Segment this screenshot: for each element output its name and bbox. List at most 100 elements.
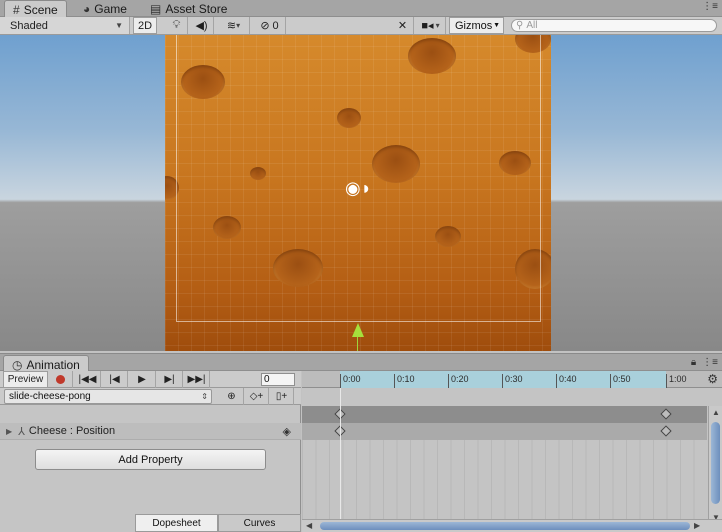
transform-axes-icon: ⅄ <box>18 425 25 438</box>
lightbulb-icon: 💡︎ <box>172 19 181 31</box>
chevron-down-icon[interactable]: ▼ <box>493 22 500 29</box>
dopesheet-timeline[interactable]: 0:00 0:10 0:20 0:30 0:40 0:50 1:00 ⚙ ▲ ▼… <box>302 371 722 532</box>
preview-label: Preview <box>7 374 44 385</box>
foldout-arrow-icon[interactable]: ▶ <box>6 427 12 436</box>
play-button[interactable]: ▶ <box>129 371 156 388</box>
gear-icon[interactable]: ⚙ <box>707 372 718 386</box>
panel-menu-icon[interactable]: ⋮≡ <box>702 357 718 368</box>
panel-menu-icon[interactable]: ⋮≡ <box>702 1 718 12</box>
keyframe-diamond-icon[interactable]: ◈ <box>283 425 291 438</box>
clip-toolbar: slide-cheese-pong ⇕ ⊕ ◇+ ▯+ <box>0 388 301 405</box>
empty-keyframe-area[interactable] <box>302 440 707 520</box>
scroll-right-icon[interactable]: ▶ <box>694 521 700 530</box>
add-property-label: Add Property <box>118 453 183 466</box>
gizmos-dropdown[interactable]: Gizmos ▼ <box>449 17 504 34</box>
horizontal-scrollbar[interactable]: ◀ ▶ <box>302 519 722 532</box>
property-row[interactable]: ▶ ⅄ Cheese : Position ◈ <box>0 423 301 440</box>
scene-hash-icon: # <box>13 2 20 17</box>
animation-tab-bar: ◷ Animation 🔒︎ ⋮≡ <box>0 353 722 373</box>
scene-viewport[interactable]: ◉◗ <box>0 35 722 351</box>
record-dot-icon <box>56 375 65 384</box>
move-handle-arrow-icon[interactable] <box>352 323 364 337</box>
tab-asset-store-label: Asset Store <box>165 1 228 16</box>
2d-mode-label: 2D <box>137 19 153 32</box>
animation-tab-actions: 🔒︎ ⋮≡ <box>691 357 718 368</box>
skip-to-end-icon: ▶▶| <box>187 374 206 385</box>
camera-gizmo-icon[interactable]: ◉◗ <box>345 178 372 199</box>
timeline-tick: 0:10 <box>394 374 415 388</box>
playhead-line[interactable] <box>340 388 341 521</box>
camera-settings-dropdown[interactable]: ■◂ ▾ <box>416 17 446 34</box>
chevron-down-icon: ▼ <box>115 21 123 30</box>
keyframe-target-icon: ⊕ <box>227 391 236 402</box>
eye-slash-icon: ⊘ <box>260 20 270 32</box>
first-key-button[interactable]: |◀◀ <box>75 371 101 388</box>
previous-key-button[interactable]: |◀ <box>102 371 128 388</box>
add-keyframe-button[interactable]: ⊕ <box>220 388 244 405</box>
preview-button[interactable]: Preview <box>3 371 48 388</box>
step-back-icon: |◀ <box>109 374 120 385</box>
record-button[interactable] <box>49 371 73 388</box>
scene-tools-button[interactable]: ✕ <box>392 17 414 34</box>
event-marker-icon: ▯+ <box>275 391 288 402</box>
effects-layers-icon: ≋ <box>226 20 237 32</box>
timeline-ruler[interactable]: 0:00 0:10 0:20 0:30 0:40 0:50 1:00 ⚙ <box>302 371 722 388</box>
scroll-up-icon[interactable]: ▲ <box>712 408 720 417</box>
vertical-scroll-thumb[interactable] <box>711 422 720 504</box>
hierarchy-search-input[interactable]: ⚲ All <box>511 19 717 32</box>
audio-toggle[interactable]: ◀) <box>190 17 214 34</box>
shading-mode-dropdown[interactable]: Shaded ▼ <box>0 17 130 34</box>
effects-dropdown[interactable]: ≋ ▾ <box>218 17 250 34</box>
position-keyframe-end[interactable] <box>660 425 672 437</box>
scroll-left-icon[interactable]: ◀ <box>306 521 312 530</box>
timeline-tick: 0:00 <box>340 374 361 388</box>
tools-cross-icon: ✕ <box>397 20 408 32</box>
2d-mode-button[interactable]: 2D <box>133 17 157 34</box>
tab-asset-store[interactable]: ▤ Asset Store <box>142 0 235 17</box>
tab-game[interactable]: ◕ Game <box>75 0 135 17</box>
tab-dopesheet-label: Dopesheet <box>152 517 201 529</box>
search-icon: ⚲ <box>516 20 524 31</box>
step-forward-icon: ▶| <box>164 374 175 385</box>
speaker-icon: ◀) <box>195 20 208 32</box>
shading-mode-value: Shaded <box>10 19 48 32</box>
timeline-tick: 1:00 <box>666 374 687 388</box>
lighting-toggle[interactable]: 💡︎ <box>166 17 188 34</box>
tab-animation-label: Animation <box>26 357 80 372</box>
timeline-tick: 0:20 <box>448 374 469 388</box>
horizontal-scroll-thumb[interactable] <box>320 522 690 530</box>
scene-tab-bar: # Scene ◕ Game ▤ Asset Store ⋮≡ <box>0 0 722 18</box>
tab-game-label: Game <box>94 1 127 16</box>
video-camera-icon: ■◂ <box>421 20 434 32</box>
gizmos-label: Gizmos <box>455 19 493 32</box>
current-frame-input[interactable]: 0 <box>261 373 295 386</box>
timeline-tick: 0:50 <box>610 374 631 388</box>
last-key-button[interactable]: ▶▶| <box>184 371 210 388</box>
summary-keyframe-end[interactable] <box>660 408 672 420</box>
hidden-objects-toggle[interactable]: ⊘ 0 <box>254 17 286 34</box>
hidden-objects-count: 0 <box>272 19 279 32</box>
vertical-scrollbar[interactable]: ▲ ▼ <box>708 406 722 523</box>
tab-scene[interactable]: # Scene <box>4 0 67 18</box>
clip-selector-dropdown[interactable]: slide-cheese-pong ⇕ <box>4 389 212 404</box>
summary-keyframe-row[interactable] <box>302 406 707 423</box>
clock-icon: ◷ <box>12 357 23 372</box>
updown-arrows-icon: ⇕ <box>201 392 208 401</box>
play-icon: ▶ <box>138 374 146 385</box>
chevron-down-icon: ▾ <box>435 21 440 30</box>
add-key-plus-button[interactable]: ◇+ <box>245 388 269 405</box>
lock-icon[interactable]: 🔒︎ <box>691 357 696 368</box>
property-keyframe-row[interactable] <box>302 423 707 440</box>
diamond-plus-icon: ◇+ <box>249 391 264 402</box>
tab-curves-label: Curves <box>243 517 276 529</box>
property-label: Cheese : Position <box>28 425 116 437</box>
add-event-button[interactable]: ▯+ <box>270 388 294 405</box>
pacman-icon: ◕ <box>83 1 91 16</box>
chevron-down-icon: ▾ <box>236 21 241 30</box>
next-key-button[interactable]: ▶| <box>157 371 183 388</box>
tab-curves[interactable]: Curves <box>218 514 301 532</box>
add-property-button[interactable]: Add Property <box>35 449 266 470</box>
timeline-tick: 0:30 <box>502 374 523 388</box>
animation-playback-controls: Preview |◀◀ |◀ ▶ ▶| ▶▶| 0 <box>0 371 301 388</box>
tab-dopesheet[interactable]: Dopesheet <box>135 514 218 532</box>
